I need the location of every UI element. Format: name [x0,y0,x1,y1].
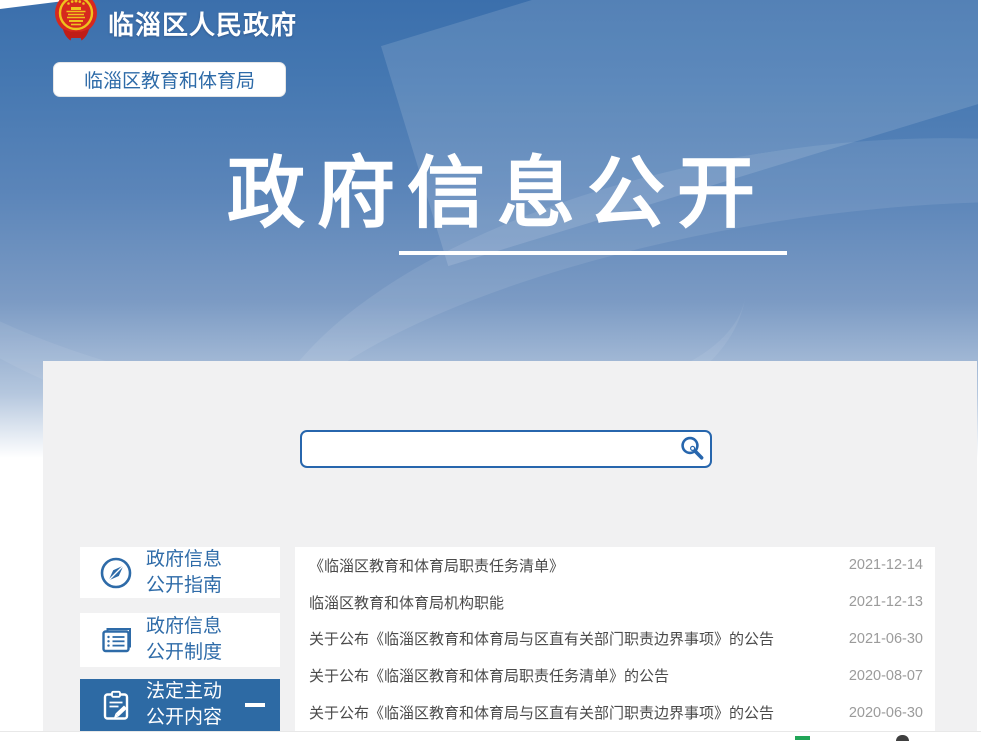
sidebar-item-label: 政府信息 公开制度 [146,614,222,666]
partial-dark-icon [896,735,909,741]
article-row[interactable]: 关于公布《临淄区教育和体育局与区直有关部门职责边界事项》的公告 2021-06-… [295,621,935,658]
department-tab[interactable]: 临淄区教育和体育局 [53,62,286,97]
article-date: 2021-12-13 [849,594,923,610]
sidebar-item-legal-disclosure[interactable]: 法定主动 公开内容 [80,679,280,731]
clipboard-pencil-icon [99,688,133,722]
article-row[interactable]: 关于公布《临淄区教育和体育局职责任务清单》的公告 2020-08-07 [295,657,935,694]
article-title[interactable]: 关于公布《临淄区教育和体育局与区直有关部门职责边界事项》的公告 [309,628,774,649]
page-title-underline [399,251,787,255]
article-date: 2021-12-14 [849,557,923,573]
article-title[interactable]: 关于公布《临淄区教育和体育局与区直有关部门职责边界事项》的公告 [309,702,774,723]
article-row[interactable]: 《临淄区教育和体育局职责任务清单》 2021-12-14 [295,547,935,584]
department-tab-label: 临淄区教育和体育局 [84,66,255,93]
search-button[interactable] [674,432,710,466]
article-row[interactable]: 临淄区教育和体育局机构职能 2021-12-13 [295,584,935,621]
sidebar-item-system[interactable]: 政府信息 公开制度 [80,613,280,667]
gov-site-title[interactable]: 临淄区人民政府 [108,5,297,42]
article-date: 2020-06-30 [849,705,923,721]
sidebar-item-label: 政府信息 公开指南 [146,547,222,599]
footer-strip [0,731,981,741]
page-title: 政府信息公开 [212,150,782,237]
article-title[interactable]: 《临淄区教育和体育局职责任务清单》 [309,555,564,576]
search-icon [679,435,705,464]
compass-icon [99,556,133,590]
search-input[interactable] [302,432,674,466]
collapse-minus-icon[interactable] [245,703,265,707]
search-box [300,430,712,468]
article-date: 2021-06-30 [849,631,923,647]
partial-green-icon [795,736,810,740]
article-row[interactable]: 关于公布《临淄区教育和体育局与区直有关部门职责边界事项》的公告 2020-06-… [295,694,935,731]
sidebar-item-guide[interactable]: 政府信息 公开指南 [80,547,280,598]
ledger-icon [99,623,133,657]
national-emblem-icon[interactable] [52,0,100,49]
article-date: 2020-08-07 [849,668,923,684]
article-title[interactable]: 关于公布《临淄区教育和体育局职责任务清单》的公告 [309,665,669,686]
sidebar-item-label: 法定主动 公开内容 [146,679,222,731]
article-list: 《临淄区教育和体育局职责任务清单》 2021-12-14 临淄区教育和体育局机构… [295,547,935,731]
article-title[interactable]: 临淄区教育和体育局机构职能 [309,592,504,613]
